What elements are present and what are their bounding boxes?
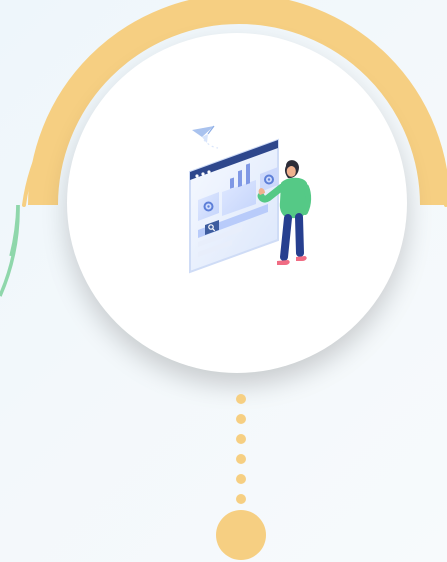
timeline-dot [236, 454, 246, 464]
web-design-illustration-icon [189, 125, 312, 274]
timeline-dot [236, 414, 246, 424]
hero-section [0, 0, 447, 562]
timeline-dot [236, 434, 246, 444]
timeline-dot [236, 394, 246, 404]
paper-plane-icon [192, 125, 219, 149]
timeline-end-dot [216, 510, 266, 560]
monitor-icon [189, 138, 279, 274]
timeline-dot [236, 494, 246, 504]
timeline-dot [236, 474, 246, 484]
